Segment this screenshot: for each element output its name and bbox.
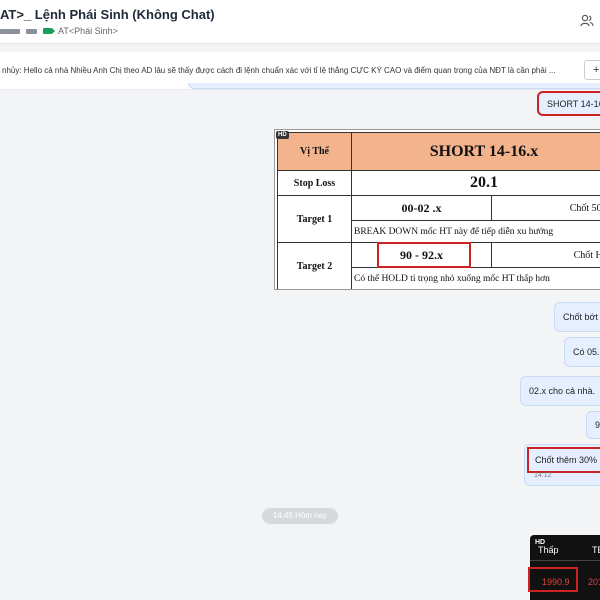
message-bubble[interactable]: 9: [586, 411, 600, 439]
market-image[interactable]: HD Thấp TB 1990.9 201: [528, 535, 600, 600]
message-text: Chốt bớt: [563, 312, 598, 322]
chat-header: AT>_ Lệnh Phái Sinh (Không Chat) AT<Phái…: [0, 0, 600, 44]
blurred-info: [0, 28, 20, 34]
stop-loss-value: 20.1: [351, 170, 600, 196]
message-text: SHORT 14-16.x: [547, 98, 600, 109]
pinned-add-button[interactable]: +: [584, 60, 600, 80]
members-icon[interactable]: [580, 14, 594, 28]
target2-note: Có thể HOLD tỉ trọng nhỏ xuống mốc HT th…: [351, 267, 600, 289]
blurred-info: [26, 28, 37, 34]
message-bubble[interactable]: Có 05.: [564, 337, 600, 367]
message-bubble[interactable]: SHORT 14-16.x: [537, 91, 600, 116]
avg-value: 201: [588, 577, 600, 587]
tag-icon: [43, 28, 55, 34]
target1-note: BREAK DOWN mốc HT này để tiếp diễn xu hư…: [351, 220, 600, 243]
target1-label: Target 1: [277, 195, 352, 243]
position-value: SHORT 14-16.x: [351, 132, 600, 171]
time-divider: 14:45 Hôm nay: [262, 508, 338, 524]
target1-close: Chốt 50%: [491, 195, 600, 221]
hd-badge: HD: [276, 131, 289, 139]
message-text: Chốt thêm 30%: [535, 455, 598, 465]
target1-value: 00-02 .x: [351, 195, 492, 221]
message-text: 9: [595, 420, 600, 430]
column-header: Thấp: [538, 545, 559, 555]
low-value: 1990.9: [542, 577, 570, 587]
target2-close: Chốt Hết: [491, 242, 600, 268]
message-text: Có 05.: [573, 347, 600, 357]
stop-loss-label: Stop Loss: [277, 170, 352, 196]
group-title[interactable]: AT>_ Lệnh Phái Sinh (Không Chat): [0, 7, 215, 22]
highlight-box: [377, 242, 471, 268]
message-bubble[interactable]: Chốt thêm 30% 14:12: [524, 444, 600, 486]
group-tag[interactable]: AT<Phái Sinh>: [58, 26, 118, 36]
target2-label: Target 2: [277, 242, 352, 289]
message-bubble[interactable]: 02.x cho cả nhà.: [520, 376, 600, 406]
message-text: 02.x cho cả nhà.: [529, 386, 596, 396]
message-time: 14:12: [534, 472, 552, 479]
message-bubble[interactable]: Chốt bớt: [554, 302, 600, 332]
highlight-box: Chốt thêm 30%: [527, 447, 600, 473]
previous-message-bubble: [188, 83, 600, 89]
pinned-text: nhủy: Hello cả nhà Nhiều Anh Chị theo AD…: [2, 66, 556, 75]
divider: [530, 560, 600, 561]
column-header: TB: [592, 545, 600, 555]
position-image[interactable]: HD Vị Thế SHORT 14-16.x Stop Loss 20.1 T…: [274, 129, 600, 290]
group-subinfo: AT<Phái Sinh>: [0, 26, 118, 36]
